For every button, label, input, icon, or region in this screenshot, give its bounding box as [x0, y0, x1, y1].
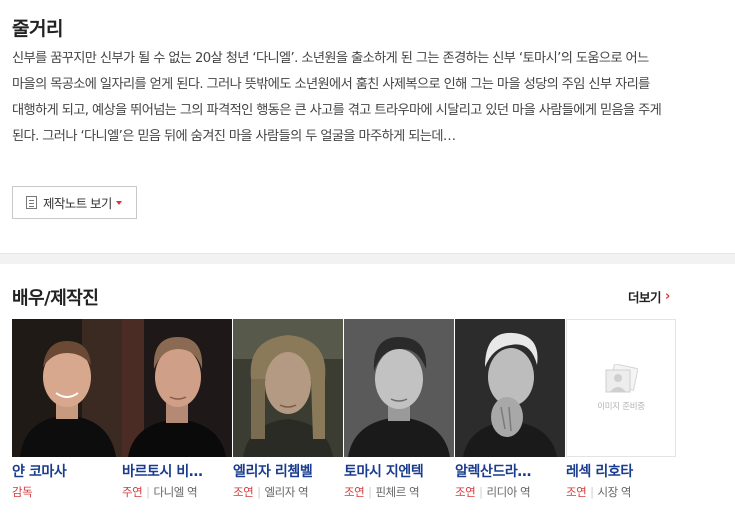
- person-role: 주연: [122, 485, 143, 499]
- cast-card[interactable]: 토마시 지엔텍 조연 | 핀체르 역: [344, 319, 454, 500]
- person-name[interactable]: 엘리자 리쳄벨: [233, 461, 343, 481]
- person-name[interactable]: 얀 코마사: [12, 461, 122, 481]
- section-divider: [0, 253, 735, 264]
- production-notes-label: 제작노트 보기: [43, 196, 112, 211]
- person-character: 다니엘 역: [153, 485, 198, 499]
- more-label: 더보기: [628, 290, 662, 305]
- more-link[interactable]: 더보기 ›: [628, 287, 670, 306]
- person-photo[interactable]: [455, 319, 565, 457]
- person-meta: 조연 | 리디아 역: [455, 484, 565, 500]
- person-meta: 주연 | 다니엘 역: [122, 484, 232, 500]
- cast-card[interactable]: 바르토시 비… 주연 | 다니엘 역: [122, 319, 232, 500]
- meta-separator: |: [368, 485, 372, 499]
- person-name[interactable]: 바르토시 비…: [122, 461, 232, 481]
- person-meta: 조연 | 엘리자 역: [233, 484, 343, 500]
- person-role: 조연: [344, 485, 365, 499]
- person-name[interactable]: 알렉산드라…: [455, 461, 565, 481]
- no-image-text: 이미지 준비중: [597, 402, 645, 412]
- document-icon: [26, 196, 37, 209]
- person-character: 엘리자 역: [264, 485, 309, 499]
- person-meta: 조연 | 핀체르 역: [344, 484, 454, 500]
- person-photo[interactable]: [344, 319, 454, 457]
- cast-card[interactable]: 얀 코마사 감독: [12, 319, 122, 500]
- person-role: 조연: [233, 485, 254, 499]
- person-meta: 감독: [12, 484, 122, 500]
- cast-card[interactable]: 알렉산드라… 조연 | 리디아 역: [455, 319, 565, 500]
- person-role: 감독: [12, 485, 33, 499]
- person-role: 조연: [455, 485, 476, 499]
- cast-card[interactable]: 엘리자 리쳄벨 조연 | 엘리자 역: [233, 319, 343, 500]
- caret-down-icon: [115, 201, 122, 205]
- cast-card[interactable]: 이미지 준비중 레섹 리호타 조연 | 시장 역: [566, 319, 676, 500]
- no-image-placeholder[interactable]: 이미지 준비중: [566, 319, 676, 457]
- cast-title: 배우/제작진: [12, 288, 99, 309]
- synopsis-text: 신부를 꿈꾸지만 신부가 될 수 없는 20살 청년 ‘다니엘’. 소년원을 출…: [12, 51, 662, 144]
- person-name[interactable]: 토마시 지엔텍: [344, 461, 454, 481]
- placeholder-photo-icon: [605, 364, 638, 393]
- person-character: 핀체르 역: [375, 485, 420, 499]
- meta-separator: |: [257, 485, 261, 499]
- person-role: 조연: [566, 485, 587, 499]
- chevron-right-icon: ›: [665, 289, 670, 304]
- person-character: 시장 역: [597, 485, 632, 499]
- person-character: 리디아 역: [486, 485, 531, 499]
- synopsis-title: 줄거리: [12, 18, 63, 40]
- meta-separator: |: [146, 485, 150, 499]
- person-photo[interactable]: [12, 319, 122, 457]
- production-notes-button[interactable]: 제작노트 보기: [12, 186, 137, 219]
- person-name[interactable]: 레섹 리호타: [566, 461, 676, 481]
- meta-separator: |: [590, 485, 594, 499]
- person-photo[interactable]: [233, 319, 343, 457]
- person-photo[interactable]: [122, 319, 232, 457]
- meta-separator: |: [479, 485, 483, 499]
- person-meta: 조연 | 시장 역: [566, 484, 676, 500]
